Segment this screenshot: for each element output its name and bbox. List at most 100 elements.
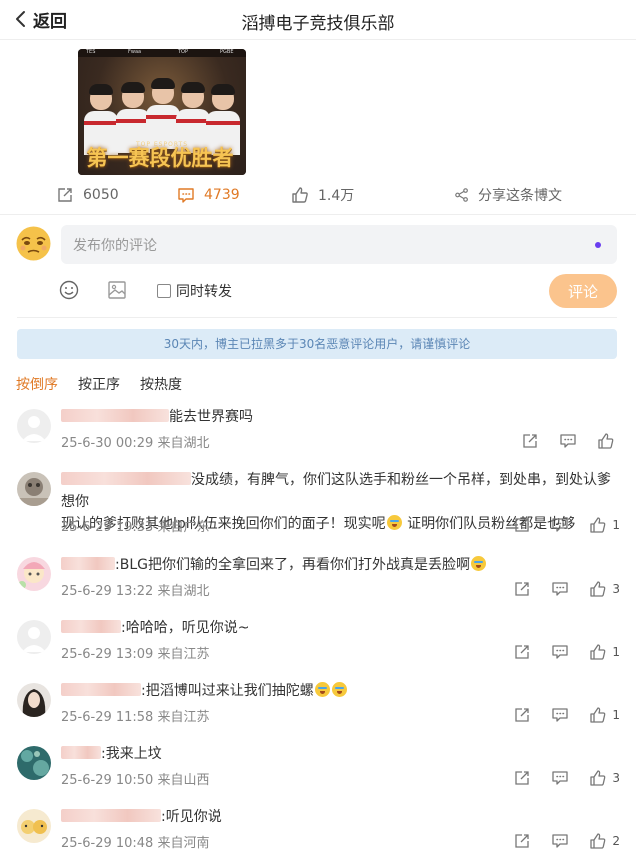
notice-banner: 30天内，博主已拉黑多于30名恶意评论用户，请谨慎评论 [17, 329, 617, 359]
repost-icon [515, 582, 530, 596]
comment-body: :哈哈哈，听见你说~ [121, 620, 250, 636]
comment-actions: 1 [492, 644, 620, 660]
like-button[interactable]: 1.4万 [291, 184, 354, 206]
share-icon [455, 188, 468, 202]
comment-actions [500, 433, 620, 449]
post-image[interactable]: TES Fwaa TOP PGBE TOP ESPORTS 第一赛段优胜者 [78, 49, 246, 175]
like-count: 3 [612, 771, 620, 785]
comment-meta: 25-6-29 10:50 来自山西 [61, 773, 210, 788]
comment-body: :把滔博叫过来让我们抽陀螺 [141, 683, 314, 699]
comment-repost-button[interactable] [514, 644, 530, 660]
avatar[interactable] [17, 746, 51, 780]
thumbs-up-icon [590, 581, 606, 597]
avatar[interactable] [17, 557, 51, 591]
thumbs-up-icon [590, 707, 606, 723]
divider [0, 214, 636, 215]
comment-icon [560, 434, 576, 448]
player-figure [146, 78, 180, 149]
like-count: 2 [612, 834, 620, 848]
repost-checkbox[interactable]: 同时转发 [157, 281, 232, 301]
tab-sort-hot[interactable]: 按热度 [140, 374, 182, 393]
comment-text: :听见你说 [61, 806, 623, 828]
avatar[interactable] [17, 409, 51, 443]
comment-meta: 25-6-29 11:58 来自江苏 [61, 710, 210, 725]
comment-input[interactable]: 发布你的评论 [61, 225, 617, 264]
like-count: 1.4万 [318, 188, 355, 204]
divider [17, 317, 617, 318]
comment-reply-button[interactable] [560, 433, 576, 449]
comment-actions: 3 [492, 581, 620, 597]
avatar[interactable] [17, 472, 51, 506]
comment-icon [552, 645, 569, 659]
comment-like-button[interactable]: 1 [590, 517, 620, 533]
repost-icon [515, 708, 530, 722]
comment-reply-button[interactable] [552, 644, 569, 660]
like-count: 1 [612, 645, 620, 659]
thumbs-up-icon [590, 833, 606, 849]
sponsor-logo-2: Fwaa [128, 49, 142, 55]
checkbox-box[interactable] [157, 284, 171, 298]
comment-reply-button[interactable] [552, 707, 569, 723]
comment-reply-button[interactable] [552, 833, 569, 849]
comment-meta: 25-6-29 13:22 来自湖北 [61, 584, 210, 599]
comment-icon [552, 582, 569, 596]
comment-like-button[interactable]: 2 [590, 833, 620, 849]
comment-repost-button[interactable] [514, 770, 530, 786]
comment-placeholder: 发布你的评论 [73, 238, 157, 254]
emoji-icon[interactable] [58, 279, 80, 301]
repost-icon [515, 834, 530, 848]
comment-actions: 3 [492, 770, 620, 786]
comment-like-button[interactable] [598, 433, 620, 449]
comment-repost-button[interactable] [514, 707, 530, 723]
comment-text: 能去世界赛吗 [61, 406, 623, 428]
share-label: 分享这条博文 [478, 188, 562, 204]
share-button[interactable]: 分享这条博文 [454, 184, 562, 206]
comment-reply-button[interactable] [552, 517, 569, 533]
tab-sort-asc[interactable]: 按正序 [78, 374, 120, 393]
comment-icon [552, 834, 569, 848]
comment-reply-button[interactable] [552, 581, 569, 597]
comment-repost-button[interactable] [514, 581, 530, 597]
post-stats: 6050 4739 1.4万 分享这条博文 [0, 184, 636, 208]
blurred-username [61, 620, 121, 633]
tab-sort-desc[interactable]: 按倒序 [16, 374, 58, 393]
blurred-username [61, 746, 101, 759]
comment-meta: 25-6-29 13:09 来自江苏 [61, 647, 210, 662]
repost-label: 同时转发 [176, 284, 232, 300]
blurred-username [61, 409, 169, 422]
comment-like-button[interactable]: 1 [590, 644, 620, 660]
user-avatar[interactable] [16, 226, 51, 261]
crying-emoji-icon [386, 515, 402, 530]
thumbs-up-icon [598, 433, 614, 449]
comment-repost-button[interactable] [514, 833, 530, 849]
crying-emoji-icon [314, 682, 330, 697]
like-count: 1 [612, 518, 620, 532]
avatar[interactable] [17, 620, 51, 654]
image-icon[interactable] [106, 279, 128, 301]
comment-actions: 1 [492, 707, 620, 723]
comment-like-button[interactable]: 3 [590, 581, 620, 597]
banner-sponsor-strip: TES Fwaa TOP PGBE [78, 49, 246, 57]
sponsor-logo-3: TOP [178, 49, 189, 55]
comment-repost-button[interactable] [522, 433, 538, 449]
comment-like-button[interactable]: 1 [590, 707, 620, 723]
submit-comment-button[interactable]: 评论 [549, 274, 617, 308]
avatar[interactable] [17, 683, 51, 717]
thumbs-up-icon [590, 644, 606, 660]
comment-like-button[interactable]: 3 [590, 770, 620, 786]
comment-body: :BLG把你们输的全拿回来了，再看你们打外战真是丢脸啊 [115, 557, 470, 573]
comment-count: 4739 [204, 187, 240, 203]
blurred-username [61, 472, 191, 485]
comment-reply-button[interactable] [552, 770, 569, 786]
like-count: 1 [612, 708, 620, 722]
avatar[interactable] [17, 809, 51, 843]
comment-repost-button[interactable] [514, 517, 530, 533]
comment-body: 能去世界赛吗 [169, 409, 253, 425]
comment-button[interactable]: 4739 [177, 184, 240, 206]
sponsor-logo-4: PGBE [220, 49, 234, 55]
like-count: 3 [612, 582, 620, 596]
comment-body: :我来上坟 [101, 746, 162, 762]
thumbs-up-icon [590, 770, 606, 786]
crying-emoji-icon [331, 682, 347, 697]
repost-button[interactable]: 6050 [56, 184, 119, 206]
